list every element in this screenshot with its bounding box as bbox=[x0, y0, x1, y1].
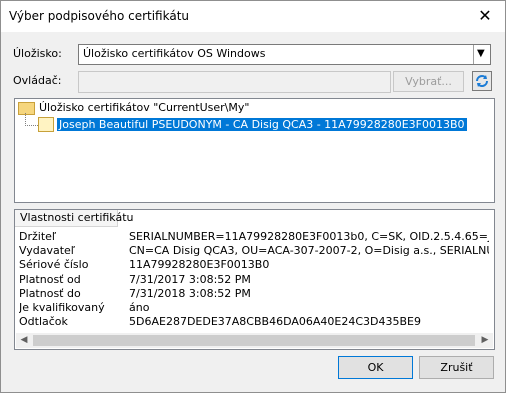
dialog-title: Výber podpisového certifikátu bbox=[9, 9, 190, 23]
tree-root-node[interactable]: Úložisko certifikátov "CurrentUser\My" bbox=[18, 101, 249, 115]
properties-header[interactable]: Vlastnosti certifikátu bbox=[15, 210, 134, 227]
store-dropdown-button[interactable]: ▼ bbox=[473, 45, 490, 64]
property-key: Sériové číslo bbox=[19, 258, 89, 272]
property-row[interactable]: Platnosť do 7/31/2018 3:08:52 PM bbox=[19, 287, 489, 300]
property-row[interactable]: Vydavateľ CN=CA Disig QCA3, OU=ACA-307-20… bbox=[19, 244, 489, 257]
property-row[interactable]: Sériové číslo 11A79928280E3F0013B0 bbox=[19, 258, 489, 271]
property-row[interactable]: Platnosť od 7/31/2017 3:08:52 PM bbox=[19, 273, 489, 286]
property-value: 7/31/2017 3:08:52 PM bbox=[129, 272, 251, 286]
scroll-left-icon[interactable]: ◀ bbox=[16, 333, 32, 348]
property-value: CN=CA Disig QCA3, OU=ACA-307-2007-2, O=D… bbox=[129, 244, 489, 258]
property-key: Vydavateľ bbox=[19, 244, 75, 258]
property-key: Platnosť do bbox=[19, 286, 81, 300]
property-value: áno bbox=[129, 301, 150, 314]
properties-header-label: Vlastnosti certifikátu bbox=[20, 211, 134, 224]
cancel-button[interactable]: Zrušiť bbox=[419, 356, 494, 379]
scroll-right-icon[interactable]: ▶ bbox=[477, 333, 493, 348]
tree-root-label: Úložisko certifikátov "CurrentUser\My" bbox=[39, 101, 250, 114]
tree-connector bbox=[25, 113, 38, 126]
certificate-tree[interactable]: Úložisko certifikátov "CurrentUser\My" J… bbox=[14, 98, 495, 203]
property-row[interactable]: Odtlačok 5D6AE287DEDE37A8CBB46DA06A40E24C… bbox=[19, 315, 489, 328]
property-row[interactable]: Držiteľ SERIALNUMBER=11A79928280E3F0013b0… bbox=[19, 230, 489, 243]
certificate-properties-panel: Vlastnosti certifikátu Držiteľ SERIALNUMB… bbox=[14, 209, 495, 350]
property-key: Platnosť od bbox=[19, 272, 81, 286]
scrollbar-thumb[interactable] bbox=[33, 335, 475, 346]
store-select[interactable]: Úložisko certifikátov OS Windows ▼ bbox=[78, 44, 491, 65]
driver-label: Ovládač: bbox=[13, 74, 62, 87]
store-select-value: Úložisko certifikátov OS Windows bbox=[83, 47, 266, 60]
driver-field bbox=[78, 71, 391, 93]
property-key: Je kvalifikovaný bbox=[19, 301, 105, 314]
property-value: 11A79928280E3F0013B0 bbox=[129, 258, 270, 272]
property-key: Odtlačok bbox=[19, 315, 68, 329]
property-value: 5D6AE287DEDE37A8CBB46DA06A40E24C3D435BE9 bbox=[129, 315, 421, 329]
refresh-icon bbox=[476, 75, 488, 87]
tree-cert-node[interactable]: Joseph Beautiful PSEUDONYM - CA Disig QC… bbox=[38, 117, 467, 132]
select-driver-button: Vybrať... bbox=[393, 71, 464, 92]
ok-button[interactable]: OK bbox=[338, 356, 413, 379]
dialog-window: Výber podpisového certifikátu ✕ Úložisko… bbox=[0, 0, 506, 393]
property-row[interactable]: Je kvalifikovaný áno bbox=[19, 301, 489, 314]
close-icon[interactable]: ✕ bbox=[465, 1, 505, 32]
certificate-icon bbox=[38, 117, 54, 132]
store-label: Úložisko: bbox=[13, 47, 62, 60]
property-key: Držiteľ bbox=[19, 230, 57, 243]
property-value: 7/31/2018 3:08:52 PM bbox=[129, 286, 251, 300]
selected-certificate-label: Joseph Beautiful PSEUDONYM - CA Disig QC… bbox=[57, 117, 467, 131]
property-value: SERIALNUMBER=11A79928280E3F0013b0, C=SK,… bbox=[129, 230, 489, 243]
horizontal-scrollbar[interactable]: ◀ ▶ bbox=[16, 333, 493, 348]
title-bar: Výber podpisového certifikátu ✕ bbox=[1, 1, 505, 32]
refresh-button[interactable] bbox=[472, 71, 492, 91]
chevron-down-icon: ▼ bbox=[477, 48, 485, 59]
